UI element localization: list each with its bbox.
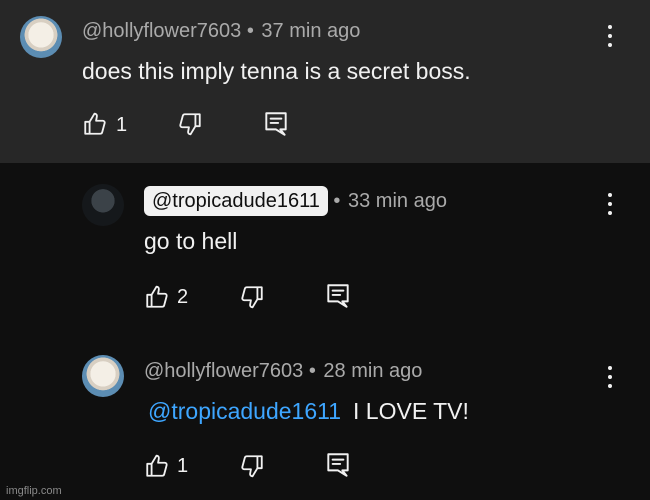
- author-handle[interactable]: @hollyflower7603: [144, 360, 303, 382]
- author-handle-highlighted[interactable]: @tropicadude1611: [144, 186, 328, 216]
- comment-text: I LOVE TV!: [353, 398, 469, 424]
- like-icon[interactable]: [144, 453, 170, 479]
- comment-text: go to hell: [144, 228, 238, 254]
- like-count: 1: [116, 114, 128, 136]
- timestamp: 33 min ago: [347, 190, 447, 212]
- comment-text: does this imply tenna is a secret boss.: [82, 58, 471, 84]
- meta-separator: •: [333, 190, 341, 212]
- more-options-icon[interactable]: [607, 193, 613, 215]
- dislike-icon[interactable]: [239, 453, 265, 479]
- like-icon[interactable]: [144, 284, 170, 310]
- avatar[interactable]: [82, 355, 124, 397]
- timestamp: 37 min ago: [261, 20, 361, 42]
- avatar[interactable]: [82, 184, 124, 226]
- comment-meta: @hollyflower7603 • 28 min ago: [144, 360, 422, 383]
- reply-icon[interactable]: [263, 110, 289, 138]
- reply-icon[interactable]: [325, 282, 351, 310]
- dislike-icon[interactable]: [239, 284, 265, 310]
- comment-meta: @hollyflower7603 • 37 min ago: [82, 20, 360, 43]
- like-count: 2: [177, 286, 189, 308]
- avatar[interactable]: [20, 16, 62, 58]
- meta-separator: •: [246, 20, 254, 42]
- comment-meta: @tropicadude1611 • 33 min ago: [144, 186, 447, 216]
- like-count: 1: [177, 455, 189, 477]
- author-handle[interactable]: @hollyflower7603: [82, 20, 241, 42]
- reply-icon[interactable]: [325, 451, 351, 479]
- more-options-icon[interactable]: [607, 25, 613, 47]
- meta-separator: •: [308, 360, 316, 382]
- more-options-icon[interactable]: [607, 366, 613, 388]
- mention-link[interactable]: @tropicadude1611: [148, 398, 341, 424]
- like-icon[interactable]: [82, 111, 108, 137]
- comment-text-line: @tropicadude1611 I LOVE TV!: [148, 398, 469, 425]
- dislike-icon[interactable]: [177, 111, 203, 137]
- timestamp: 28 min ago: [323, 360, 423, 382]
- watermark: imgflip.com: [6, 485, 62, 497]
